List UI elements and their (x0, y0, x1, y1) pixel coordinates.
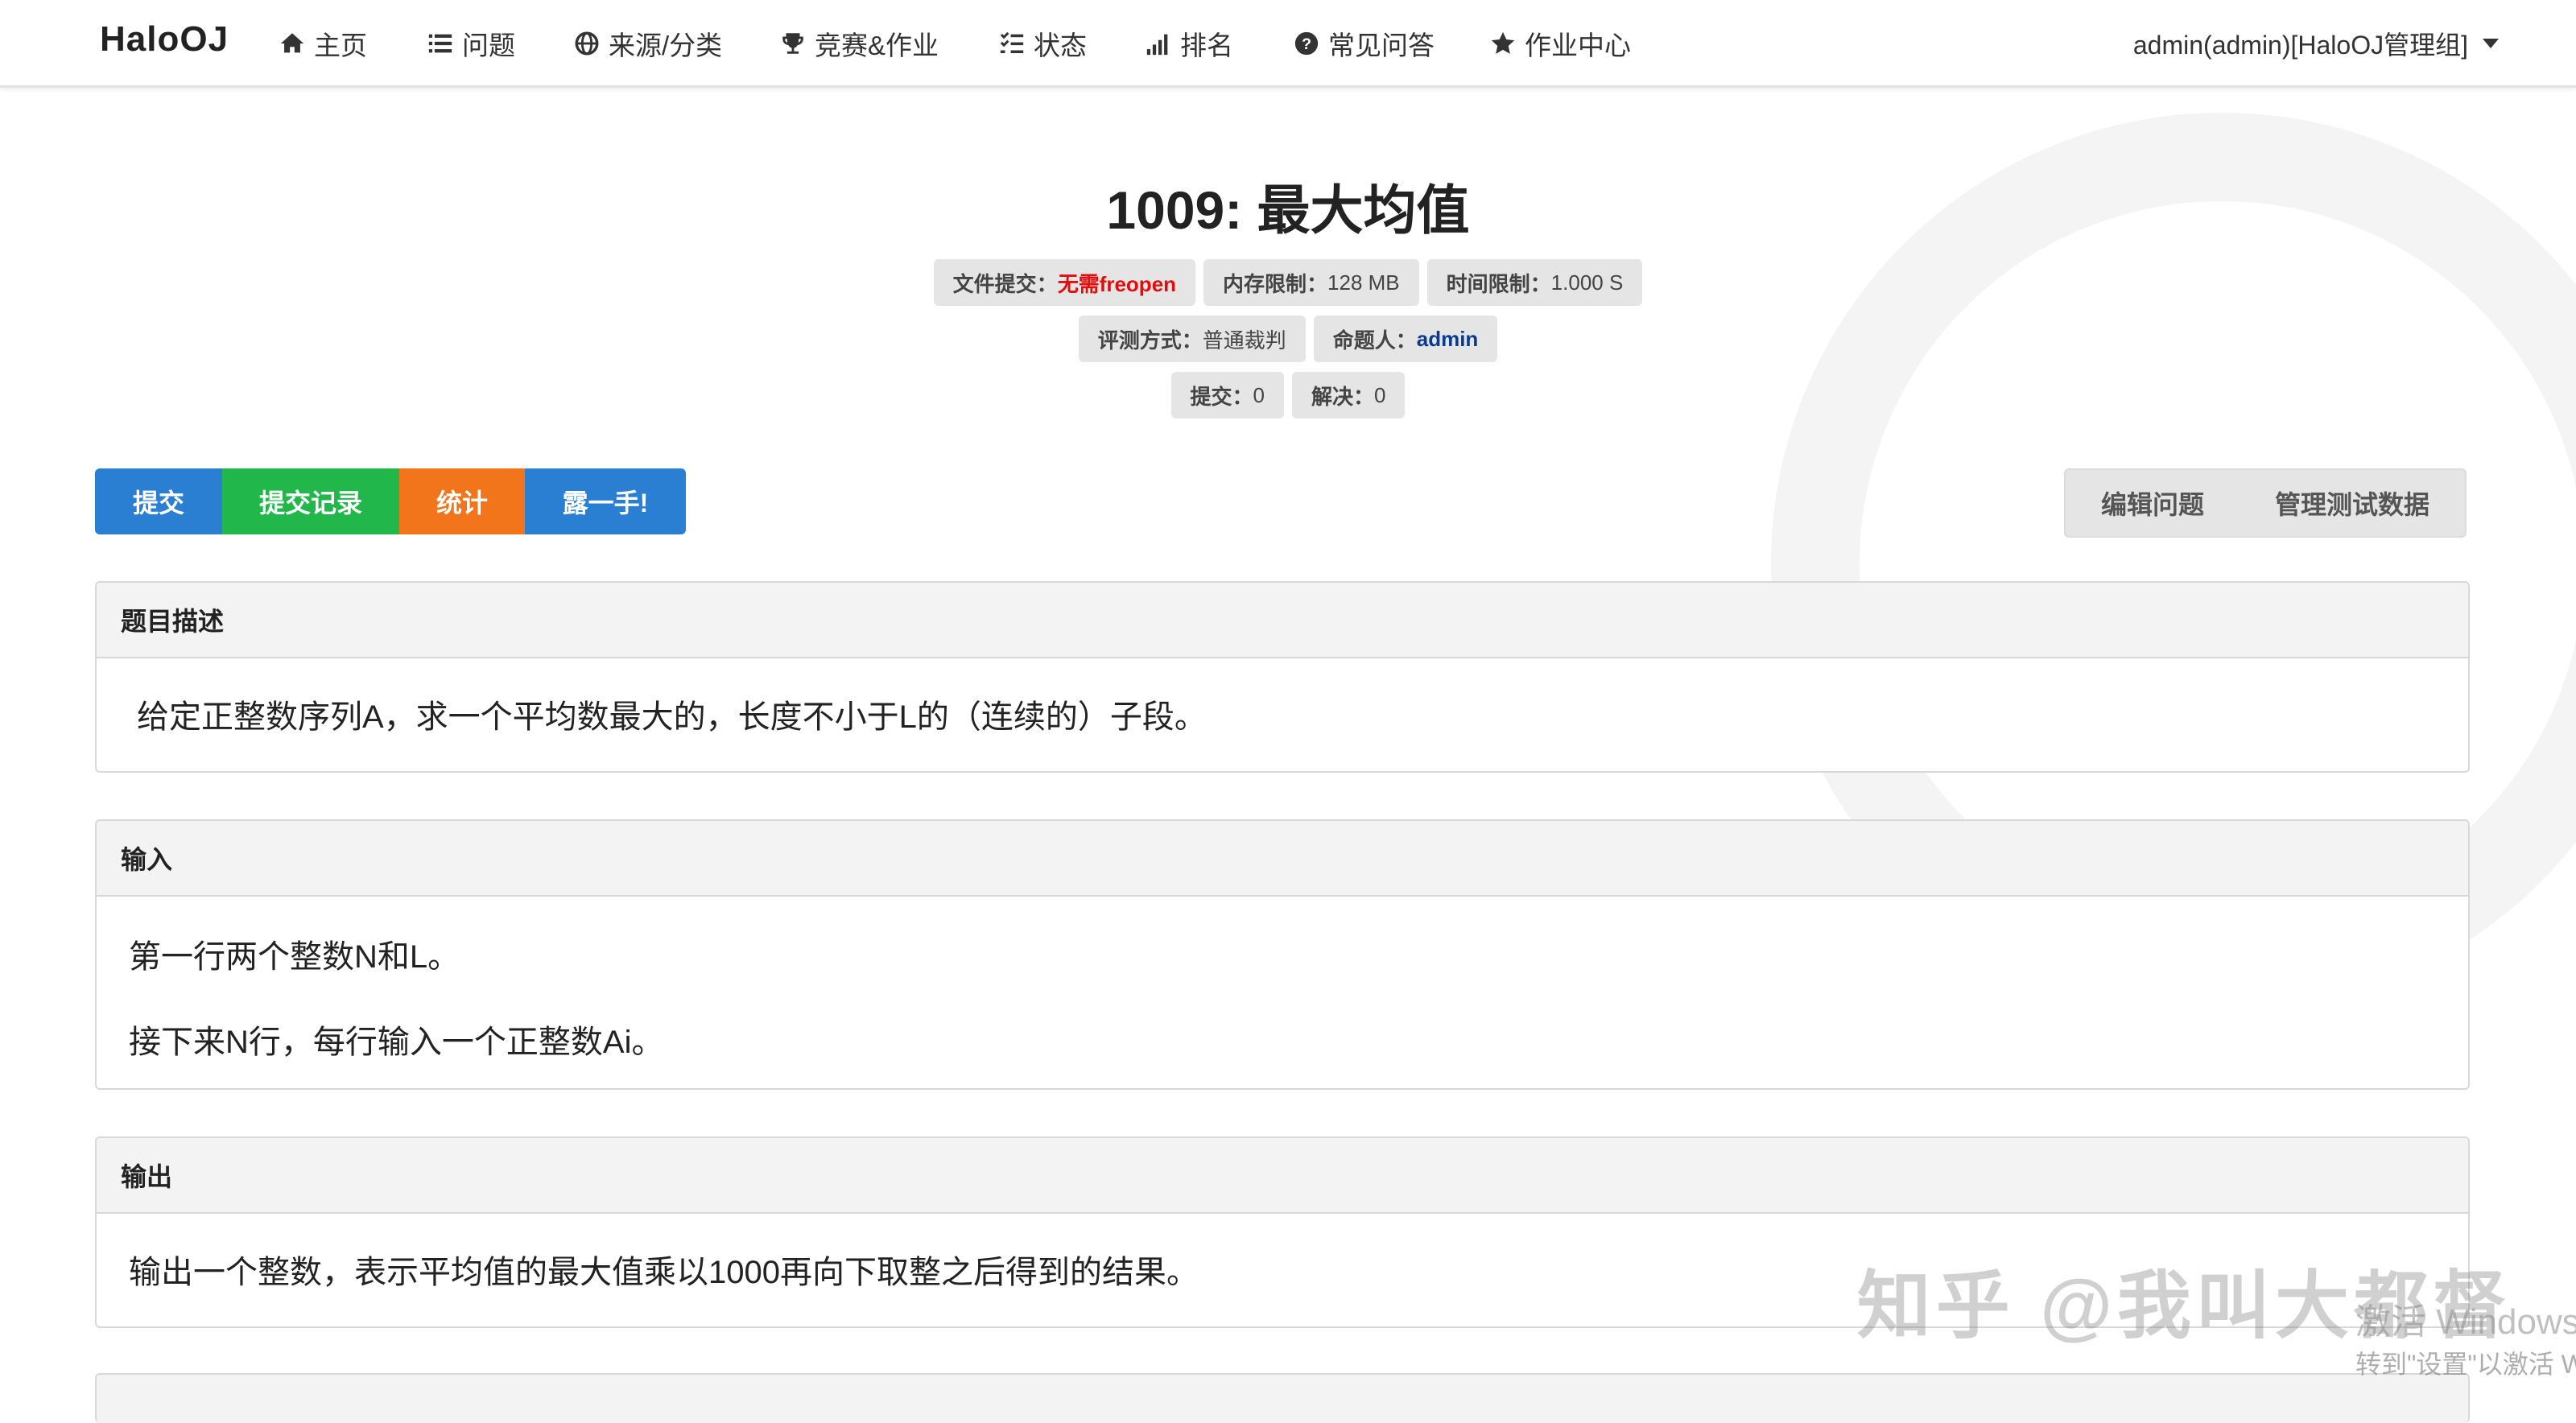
submit-button[interactable]: 提交 (95, 468, 222, 534)
nav-item-homework-center[interactable]: 作业中心 (1489, 24, 1631, 63)
panel-next-header (97, 1375, 2468, 1423)
panel-input: 输入 第一行两个整数N和L。 接下来N行，每行输入一个正整数Ai。 (95, 819, 2470, 1090)
input-line-2: 接下来N行，每行输入一个正整数Ai。 (129, 1025, 664, 1060)
panel-input-title: 输入 (97, 821, 2468, 897)
badge-memory-limit: 内存限制： 128 MB (1203, 259, 1419, 306)
brand-logo[interactable]: HaloOJ (100, 19, 229, 60)
problem-title: 1009: 最大均值 (1106, 180, 1470, 240)
signal-icon (1146, 34, 1168, 56)
manage-test-data-button[interactable]: 管理测试数据 (2240, 470, 2465, 536)
badge-submit-count: 提交： 0 (1170, 372, 1284, 419)
input-line-1: 第一行两个整数N和L。 (129, 939, 460, 975)
star-icon (1491, 31, 1515, 54)
admin-button-group: 编辑问题 管理测试数据 (2063, 468, 2467, 538)
author-link[interactable]: admin (1417, 327, 1479, 352)
badge-solved-count: 解决： 0 (1292, 372, 1406, 419)
badge-time-limit: 时间限制： 1.000 S (1426, 259, 1643, 306)
show-off-button[interactable]: 露一手! (525, 468, 686, 534)
panel-description: 题目描述 给定正整数序列A，求一个平均数最大的，长度不小于L的（连续的）子段。 (95, 581, 2470, 773)
meta-row-3: 提交： 0 解决： 0 (0, 372, 2576, 419)
nav-item-faq[interactable]: ? 常见问答 (1293, 24, 1435, 63)
user-name: admin(admin)[HaloOJ管理组] (2132, 31, 2468, 60)
nav-item-home[interactable]: 主页 (279, 24, 367, 63)
windows-activation-hint: 转到"设置"以激活 Windows。 (2355, 1350, 2576, 1379)
caret-down-icon (2483, 39, 2499, 48)
badge-judge-method: 评测方式： 普通裁判 (1078, 316, 1306, 362)
action-button-group: 提交 提交记录 统计 露一手! (95, 468, 686, 534)
description-text: 给定正整数序列A，求一个平均数最大的，长度不小于L的（连续的）子段。 (137, 699, 1207, 735)
badge-author: 命题人： admin (1313, 316, 1498, 362)
trophy-icon (782, 33, 803, 54)
nav-item-contests[interactable]: 竞赛&作业 (779, 24, 939, 63)
globe-icon (575, 31, 599, 56)
submission-records-button[interactable]: 提交记录 (222, 468, 399, 534)
meta-row-2: 评测方式： 普通裁判 命题人： admin (0, 316, 2576, 362)
question-circle-icon: ? (1294, 31, 1319, 56)
windows-activation-title: 激活 Windows (2355, 1302, 2576, 1342)
home-icon (280, 33, 304, 53)
svg-text:?: ? (1302, 35, 1311, 53)
nav-item-status[interactable]: 状态 (998, 24, 1087, 63)
user-menu-dropdown[interactable]: admin(admin)[HaloOJ管理组] (2133, 24, 2499, 63)
panel-next-partial (95, 1373, 2470, 1423)
edit-problem-button[interactable]: 编辑问题 (2066, 470, 2240, 536)
list-icon (428, 34, 452, 53)
nav-item-source-category[interactable]: 来源/分类 (573, 24, 722, 63)
panel-description-title: 题目描述 (97, 583, 2468, 658)
badge-file-submit: 文件提交： 无需freopen (933, 259, 1196, 306)
nav-item-problems[interactable]: 问题 (427, 24, 515, 63)
top-navbar: HaloOJ 主页 问题 来源/分类 竞赛&作业 状态 排名 ? 常见问答 作业… (0, 0, 2576, 88)
nav-item-ranking[interactable]: 排名 (1145, 24, 1233, 63)
panel-output-title: 输出 (97, 1138, 2468, 1214)
tasks-icon (1000, 31, 1024, 54)
meta-row-1: 文件提交： 无需freopen 内存限制： 128 MB 时间限制： 1.000… (0, 259, 2576, 306)
statistics-button[interactable]: 统计 (399, 468, 525, 534)
